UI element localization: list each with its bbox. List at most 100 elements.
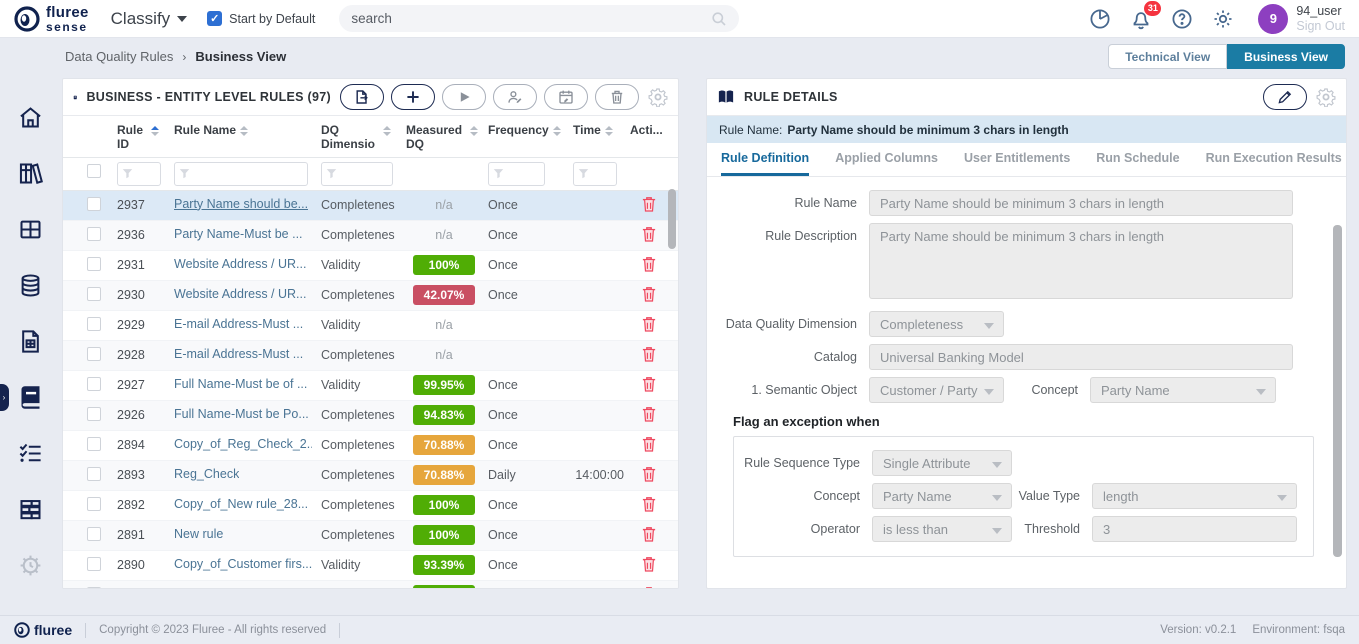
row-checkbox[interactable]: [87, 587, 101, 588]
operator-select[interactable]: is less than: [872, 516, 1012, 542]
business-view-button[interactable]: Business View: [1227, 44, 1345, 69]
row-checkbox[interactable]: [87, 437, 101, 451]
column-header-dq-dimension[interactable]: DQ Dimensio: [321, 123, 400, 152]
row-checkbox[interactable]: [87, 467, 101, 481]
table-row[interactable]: 2931 Website Address / UR... Validity 10…: [63, 251, 678, 281]
sidebar-item-settings-clock[interactable]: [17, 552, 44, 579]
delete-rule-icon[interactable]: [642, 286, 656, 305]
delete-rule-icon[interactable]: [642, 316, 656, 335]
rule-name-link[interactable]: Party Name-Must be ...: [174, 227, 303, 241]
search-input[interactable]: [351, 11, 711, 26]
rule-name-link[interactable]: Copy_of_Customer firs...: [174, 557, 312, 571]
column-header-time[interactable]: Time: [573, 123, 624, 137]
filter-time-input[interactable]: [573, 162, 617, 186]
edit-rule-button[interactable]: [1263, 84, 1307, 110]
rule-name-field[interactable]: Party Name should be minimum 3 chars in …: [869, 190, 1293, 216]
filter-rule-id-input[interactable]: [117, 162, 161, 186]
delete-rule-icon[interactable]: [642, 196, 656, 215]
start-by-default-checkbox[interactable]: ✓: [207, 11, 222, 26]
sidebar-item-report-file[interactable]: [17, 328, 44, 355]
table-row[interactable]: 2926 Full Name-Must be Po... Completenes…: [63, 401, 678, 431]
row-checkbox[interactable]: [87, 557, 101, 571]
sign-out-link[interactable]: Sign Out: [1296, 19, 1345, 33]
schedule-button[interactable]: [544, 84, 588, 110]
table-row[interactable]: 2937 Party Name should be... Completenes…: [63, 191, 678, 221]
row-checkbox[interactable]: [87, 317, 101, 331]
row-checkbox[interactable]: [87, 527, 101, 541]
sidebar-item-grid[interactable]: [17, 216, 44, 243]
sidebar-item-checklist[interactable]: [17, 440, 44, 467]
add-rule-button[interactable]: [391, 84, 435, 110]
row-checkbox[interactable]: [87, 407, 101, 421]
filter-dq-dimension-input[interactable]: [321, 162, 393, 186]
table-row[interactable]: 2894 Copy_of_Reg_Check_2... Completenes …: [63, 431, 678, 461]
exception-concept-select[interactable]: Party Name: [872, 483, 1012, 509]
delete-rule-icon[interactable]: [642, 226, 656, 245]
technical-view-button[interactable]: Technical View: [1108, 44, 1227, 69]
row-checkbox[interactable]: [87, 347, 101, 361]
table-row[interactable]: 2928 E-mail Address-Must ... Completenes…: [63, 341, 678, 371]
column-header-rule-id[interactable]: Rule ID: [117, 123, 168, 152]
delete-rule-icon[interactable]: [642, 406, 656, 425]
concept-select[interactable]: Party Name: [1090, 377, 1276, 403]
details-settings-gear-icon[interactable]: [1316, 87, 1336, 107]
semantic-object-select[interactable]: Customer / Party: [869, 377, 1004, 403]
rule-name-link[interactable]: Copy_of_Reg_Check_2...: [174, 437, 312, 451]
select-all-checkbox[interactable]: [87, 164, 101, 178]
export-rules-button[interactable]: [340, 84, 384, 110]
sidebar-item-home[interactable]: [17, 104, 44, 131]
dq-dimension-select[interactable]: Completeness: [869, 311, 1004, 337]
table-row[interactable]: 2889 Copy_of_testCloneDQ... Completenes …: [63, 581, 678, 588]
filter-rule-name-input[interactable]: [174, 162, 308, 186]
value-type-select[interactable]: length: [1092, 483, 1297, 509]
column-header-rule-name[interactable]: Rule Name: [174, 123, 315, 137]
help-icon[interactable]: [1170, 7, 1194, 31]
tab-rule-definition[interactable]: Rule Definition: [721, 143, 809, 176]
table-row[interactable]: 2927 Full Name-Must be of ... Validity 9…: [63, 371, 678, 401]
rule-sequence-type-select[interactable]: Single Attribute: [872, 450, 1012, 476]
rule-name-link[interactable]: Party Name should be...: [174, 197, 308, 211]
sidebar-item-datasets[interactable]: [17, 496, 44, 523]
rule-name-link[interactable]: Website Address / UR...: [174, 257, 306, 271]
rules-table-scrollbar[interactable]: [668, 189, 676, 249]
table-row[interactable]: 2929 E-mail Address-Must ... Validity n/…: [63, 311, 678, 341]
rule-name-link[interactable]: New rule: [174, 527, 223, 541]
sidebar-item-rules-book[interactable]: ›: [17, 384, 44, 411]
pie-chart-icon[interactable]: [1088, 7, 1112, 31]
rule-name-link[interactable]: E-mail Address-Must ...: [174, 317, 303, 331]
table-row[interactable]: 2890 Copy_of_Customer firs... Validity 9…: [63, 551, 678, 581]
catalog-field[interactable]: Universal Banking Model: [869, 344, 1293, 370]
rules-settings-gear-icon[interactable]: [648, 87, 668, 107]
row-checkbox[interactable]: [87, 287, 101, 301]
table-row[interactable]: 2893 Reg_Check Completenes 70.88% Daily …: [63, 461, 678, 491]
assign-user-button[interactable]: [493, 84, 537, 110]
delete-rule-icon[interactable]: [642, 496, 656, 515]
rule-name-link[interactable]: Copy_of_testCloneDQ...: [174, 587, 310, 588]
sidebar-item-database[interactable]: [17, 272, 44, 299]
row-checkbox[interactable]: [87, 377, 101, 391]
column-header-measured-dq[interactable]: Measured DQ: [406, 123, 482, 152]
delete-rule-icon[interactable]: [642, 256, 656, 275]
row-checkbox[interactable]: [87, 497, 101, 511]
table-row[interactable]: 2930 Website Address / UR... Completenes…: [63, 281, 678, 311]
tab-applied-columns[interactable]: Applied Columns: [835, 143, 938, 176]
rule-name-link[interactable]: Copy_of_New rule_28...: [174, 497, 308, 511]
delete-rule-icon[interactable]: [642, 346, 656, 365]
threshold-field[interactable]: 3: [1092, 516, 1297, 542]
row-checkbox[interactable]: [87, 257, 101, 271]
filter-frequency-input[interactable]: [488, 162, 545, 186]
run-rules-button[interactable]: [442, 84, 486, 110]
table-row[interactable]: 2891 New rule Completenes 100% Once: [63, 521, 678, 551]
tab-run-schedule[interactable]: Run Schedule: [1096, 143, 1179, 176]
app-menu-classify[interactable]: Classify: [111, 9, 188, 29]
delete-rule-icon[interactable]: [642, 376, 656, 395]
notifications-bell-icon[interactable]: 31: [1129, 7, 1153, 31]
delete-rule-icon[interactable]: [642, 466, 656, 485]
rule-name-link[interactable]: Full Name-Must be of ...: [174, 377, 307, 391]
details-scrollbar[interactable]: [1333, 225, 1342, 557]
rule-name-link[interactable]: Full Name-Must be Po...: [174, 407, 309, 421]
delete-rule-icon[interactable]: [642, 556, 656, 575]
delete-rule-icon[interactable]: [642, 436, 656, 455]
sidebar-item-library[interactable]: [17, 160, 44, 187]
rule-name-link[interactable]: Reg_Check: [174, 467, 239, 481]
